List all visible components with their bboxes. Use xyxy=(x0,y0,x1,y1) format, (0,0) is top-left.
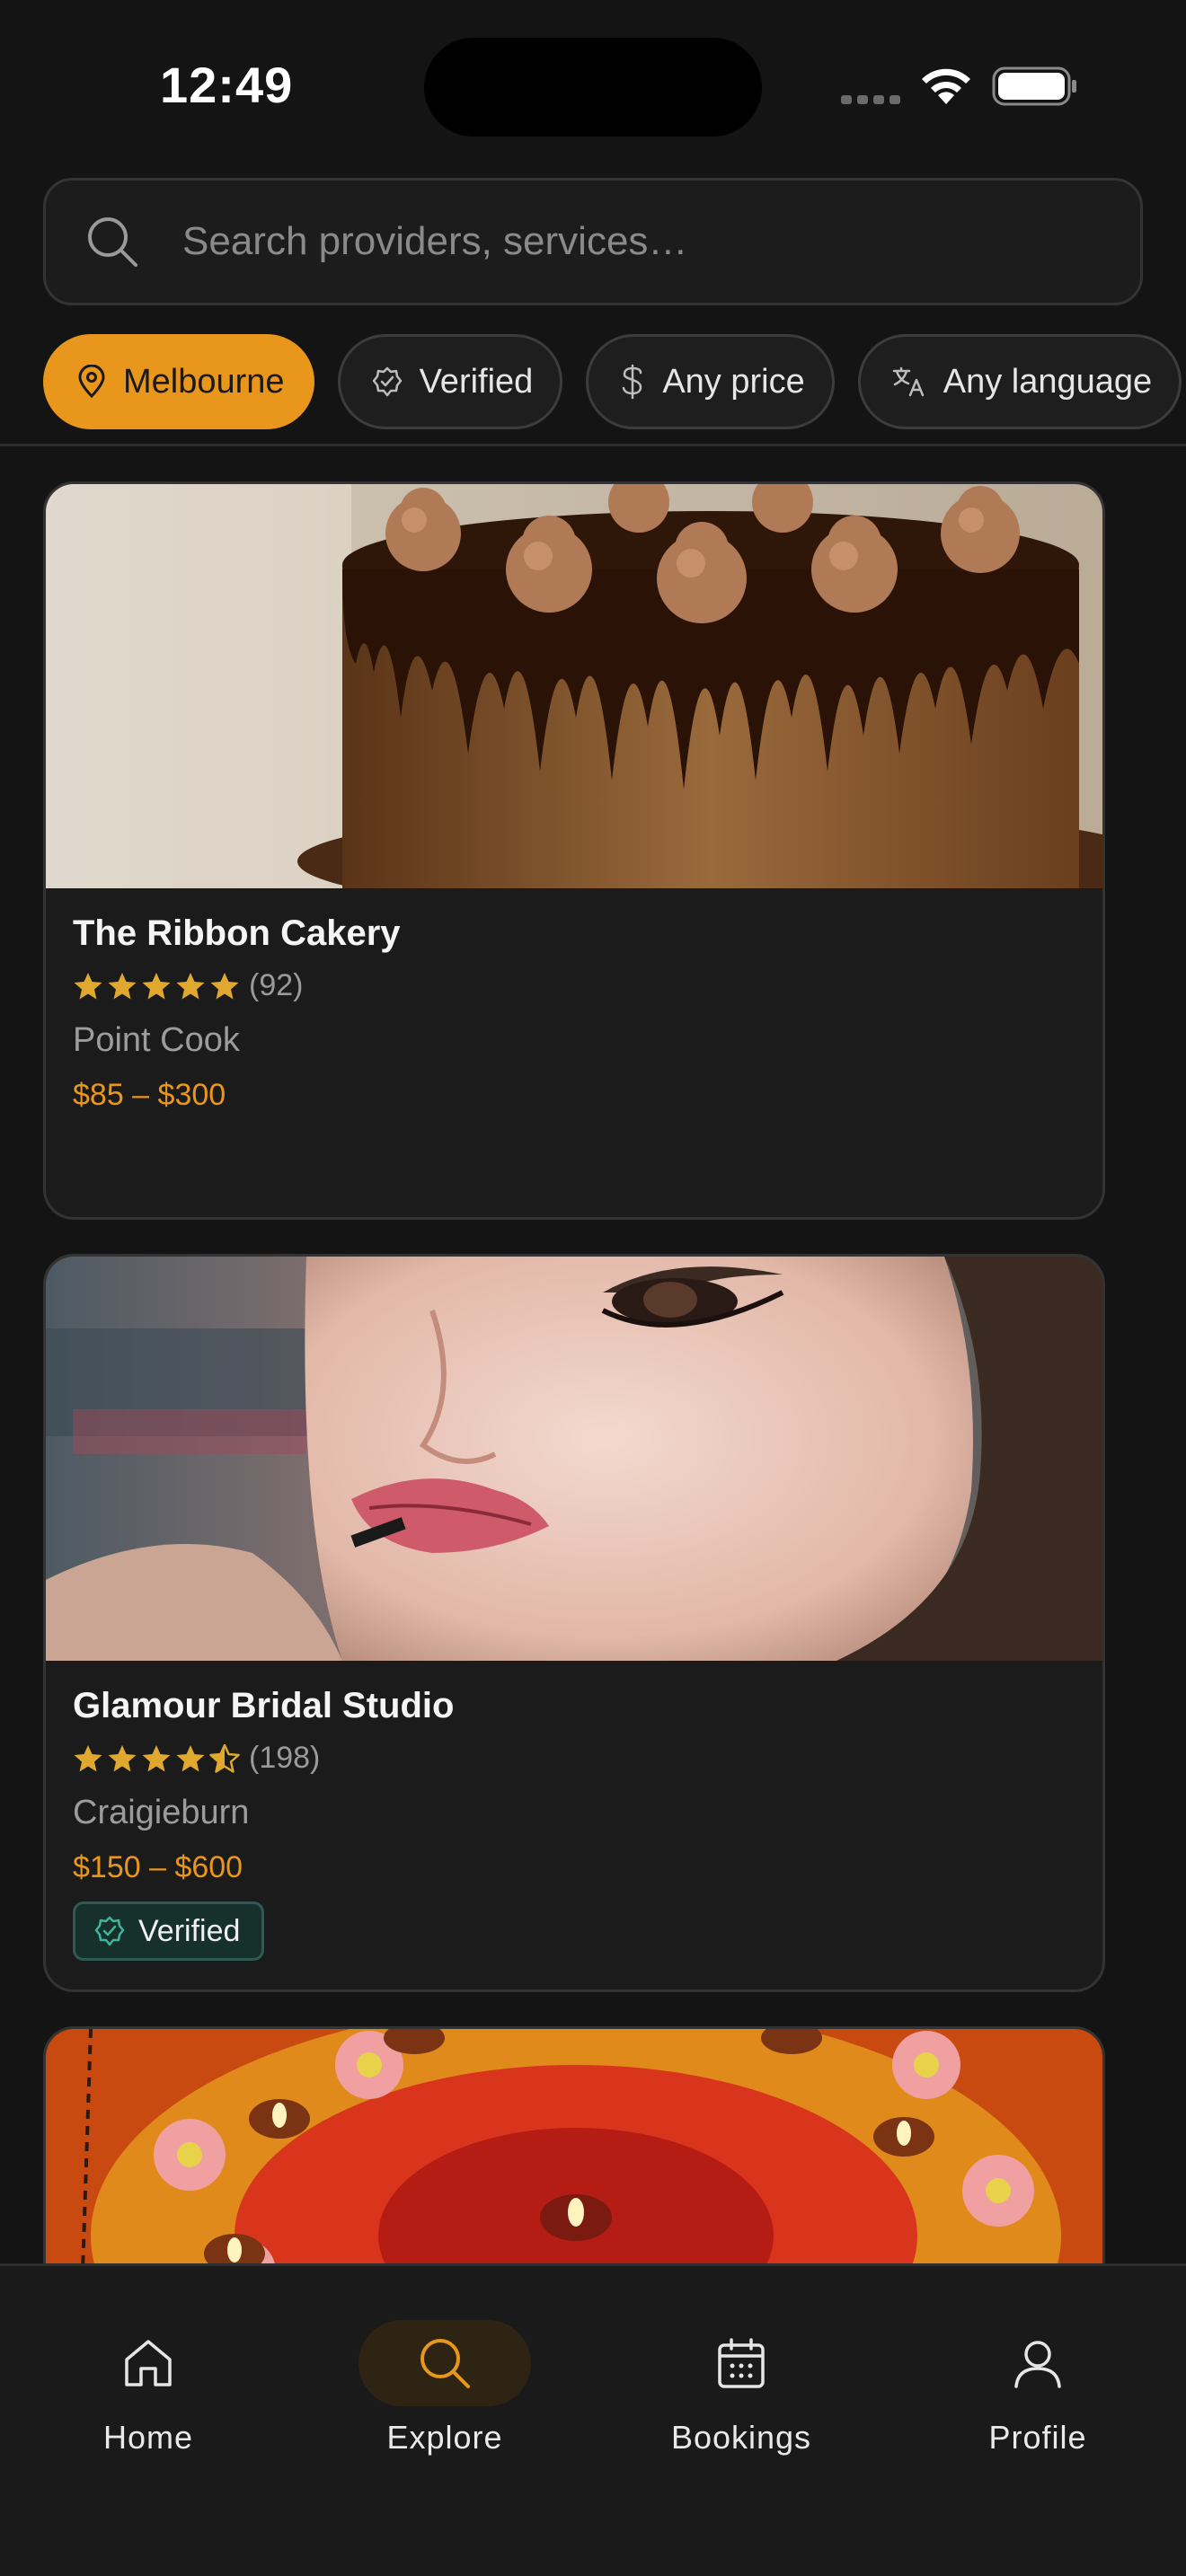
nav-item-explore[interactable]: Explore xyxy=(337,2320,553,2457)
listing-card[interactable]: Glamour Bridal Studio (198) Craigieburn … xyxy=(43,1254,1105,1992)
wifi-icon xyxy=(922,68,970,104)
status-time: 12:49 xyxy=(160,57,294,113)
filter-chip-label: Any price xyxy=(662,362,805,401)
listing-location: Craigieburn xyxy=(73,1794,250,1831)
calendar-icon xyxy=(718,2338,765,2388)
dynamic-island xyxy=(424,38,762,137)
nav-item-profile[interactable]: Profile xyxy=(930,2320,1146,2457)
listing-image-cake[interactable] xyxy=(46,484,1102,888)
star-rating xyxy=(73,1743,240,1773)
translate-icon xyxy=(892,366,924,397)
dollar-icon xyxy=(623,364,642,400)
verified-badge-icon xyxy=(94,1916,125,1946)
listing-card[interactable]: The Ribbon Cakery (92) Point Cook $85 – … xyxy=(43,481,1105,1220)
rating-row: (92) xyxy=(73,968,1075,1003)
listing-price: $85 – $300 xyxy=(73,1078,226,1112)
listing-price: $150 – $600 xyxy=(73,1850,243,1884)
verified-badge: Verified xyxy=(73,1901,265,1961)
search-icon xyxy=(88,217,137,267)
filter-chip-price[interactable]: Any price xyxy=(586,334,835,429)
star-icon xyxy=(74,972,102,999)
nav-item-bookings[interactable]: Bookings xyxy=(633,2320,849,2457)
makeup-photo xyxy=(46,1257,1102,1661)
nav-label: Home xyxy=(102,2419,194,2456)
nav-label: Explore xyxy=(386,2419,503,2456)
listing-image-makeup[interactable] xyxy=(46,1257,1102,1661)
nav-label: Bookings xyxy=(670,2419,812,2456)
star-icon xyxy=(108,1744,137,1771)
star-icon xyxy=(108,972,137,999)
star-icon xyxy=(210,972,239,999)
star-icon xyxy=(176,972,205,999)
review-count: (92) xyxy=(249,968,304,1002)
nav-item-home[interactable]: Home xyxy=(40,2320,256,2457)
user-icon xyxy=(1014,2341,1061,2388)
review-count: (198) xyxy=(249,1741,321,1775)
star-icon xyxy=(74,1744,102,1771)
star-rating xyxy=(73,972,240,1001)
filter-divider xyxy=(0,444,1186,446)
star-icon xyxy=(142,1744,171,1771)
verified-badge-icon xyxy=(372,366,402,397)
filter-chip-language[interactable]: Any language xyxy=(857,334,1182,429)
listing-name: Glamour Bridal Studio xyxy=(73,1686,455,1725)
listing-location: Point Cook xyxy=(73,1021,240,1059)
listing-card[interactable] xyxy=(43,2026,1105,2296)
battery-icon xyxy=(992,66,1076,106)
status-bar: 12:49 xyxy=(0,0,1186,171)
star-icon xyxy=(176,1744,205,1771)
star-half-icon xyxy=(209,1743,240,1773)
filter-chip-label: Any language xyxy=(943,362,1153,401)
home-icon xyxy=(125,2340,172,2386)
bottom-nav: Home Explore Bookings Profile xyxy=(0,2263,1186,2576)
star-icon xyxy=(142,972,171,999)
verified-label: Verified xyxy=(138,1913,241,1948)
cellular-signal-icon xyxy=(841,95,900,104)
rangoli-photo xyxy=(46,2029,1102,2296)
filter-chips: Melbourne Verified Any price Any languag… xyxy=(43,334,1182,429)
search-input[interactable] xyxy=(182,181,1117,303)
search-bar[interactable] xyxy=(43,178,1143,305)
filter-chip-verified[interactable]: Verified xyxy=(337,334,563,429)
filter-chip-label: Verified xyxy=(419,362,534,401)
rating-row: (198) xyxy=(73,1741,1075,1776)
listing-image-rangoli[interactable] xyxy=(46,2029,1102,2296)
nav-label: Profile xyxy=(988,2419,1087,2456)
listing-name: The Ribbon Cakery xyxy=(73,913,401,953)
cake-photo xyxy=(46,484,1102,888)
search-icon xyxy=(420,2339,470,2388)
filter-chip-location[interactable]: Melbourne xyxy=(43,334,314,429)
location-pin-icon xyxy=(78,365,105,399)
filter-chip-label: Melbourne xyxy=(123,362,285,401)
